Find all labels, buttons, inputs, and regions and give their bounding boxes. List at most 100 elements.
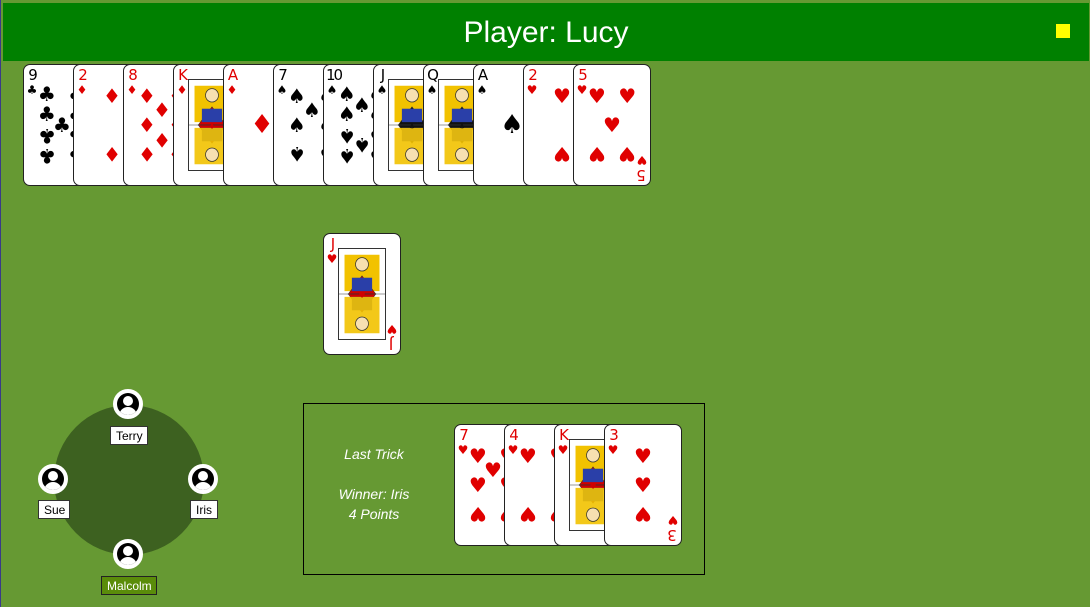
card-rank: 10 [326, 66, 343, 84]
card-index: J ♥ [386, 322, 398, 353]
card-index: 3 ♥ [667, 513, 679, 544]
hearts-suit-icon: ♥ [507, 443, 519, 457]
card-rank: 4 [509, 426, 519, 444]
card-index: 4♥ [507, 426, 519, 457]
seat-right-name: Iris [190, 500, 218, 519]
hearts-suit-icon: ♥ [667, 513, 679, 527]
seat-bottom-name: Malcolm [101, 576, 157, 595]
last-trick-winner: Winner: Iris [338, 486, 410, 502]
hearts-pip-icon: ♥ [587, 142, 606, 167]
spades-suit-icon: ♠ [326, 83, 338, 97]
card-rank: Q [427, 66, 439, 84]
diamonds-suit-icon: ♦ [76, 83, 88, 97]
card-rank: K [178, 66, 188, 84]
hearts-suit-icon: ♥ [326, 252, 338, 266]
clubs-pip-icon: ♣ [37, 81, 56, 106]
avatar-icon [188, 464, 218, 494]
game-table: Player: Lucy Last Trick Winner: Iris 4 P… [0, 0, 1090, 607]
card-index: 7♥ [457, 426, 469, 457]
spades-pip-icon: ♠ [287, 113, 306, 137]
card-index: A♦ [226, 68, 239, 97]
spades-suit-icon: ♠ [276, 83, 288, 97]
card-index: 2♦ [76, 68, 88, 97]
hearts-pip-icon: ♥ [587, 83, 606, 108]
card-index: 9♣ [26, 66, 38, 97]
hearts-pip-icon: ♥ [553, 83, 571, 108]
spades-suit-icon: ♠ [426, 83, 438, 97]
hearts-suit-icon: ♥ [557, 443, 569, 457]
card-index: 2♥ [526, 66, 538, 97]
hearts-suit-icon: ♥ [636, 153, 648, 167]
card-rank: 3 [609, 426, 619, 444]
hearts-suit-icon: ♥ [576, 83, 588, 97]
card-rank: K [559, 426, 569, 444]
diamonds-pip-icon: ♦ [137, 142, 156, 167]
card-rank: A [477, 66, 488, 84]
hearts-pip-icon: ♥ [468, 502, 487, 527]
clubs-suit-icon: ♣ [26, 83, 38, 97]
player-title: Player: Lucy [463, 16, 629, 49]
spades-suit-icon: ♠ [376, 83, 388, 97]
svg-text:♠: ♠ [409, 122, 416, 131]
diamonds-pip-icon: ♦ [250, 110, 274, 140]
clubs-pip-icon: ♣ [37, 144, 56, 168]
header-bar: Player: Lucy [3, 3, 1089, 61]
hearts-suit-icon: ♥ [607, 443, 619, 457]
card-index: 8♦ [126, 66, 138, 97]
card-index: 10♠ [326, 66, 343, 97]
avatar-icon [38, 464, 68, 494]
hearts-pip-icon: ♥ [518, 443, 537, 468]
last-trick-panel: Last Trick Winner: Iris 4 Points 7♥7♥♥♥♥… [303, 403, 705, 575]
spades-pip-icon: ♠ [337, 144, 356, 168]
card-rank: 3 [669, 526, 677, 544]
avatar-icon [113, 389, 143, 419]
card-index: J♠ [376, 66, 388, 97]
avatar-icon [113, 539, 143, 569]
hearts-pip-icon: ♥ [618, 83, 637, 108]
diamonds-pip-icon: ♦ [103, 83, 121, 108]
card-index: 5 ♥ [576, 66, 588, 97]
spades-suit-icon: ♠ [476, 83, 488, 97]
svg-text:♠: ♠ [459, 122, 466, 131]
seat-top-name: Terry [110, 426, 148, 445]
card-index: A♠ [476, 66, 489, 97]
hearts-suit-icon: ♥ [526, 83, 538, 97]
card-rank: 7 [278, 66, 288, 84]
card-rank: 7 [459, 426, 469, 444]
card-index: 7♠ [276, 66, 288, 97]
hearts-pip-icon: ♥ [468, 473, 487, 497]
spades-pip-icon: ♠ [287, 142, 306, 167]
playing-card[interactable]: 3 ♥ 3 ♥ ♥ ♥ ♥ [604, 424, 682, 546]
card-rank: 5 [638, 166, 646, 184]
last-trick-title: Last Trick [344, 446, 404, 462]
spades-pip-icon: ♠ [337, 102, 356, 127]
hearts-pip-icon: ♥ [553, 142, 571, 167]
card-rank: J [390, 335, 394, 353]
hearts-suit-icon: ♥ [457, 443, 469, 457]
playing-card[interactable]: J ♥ J ♥ ♥ [323, 233, 401, 355]
card-rank: 8 [128, 66, 138, 84]
card-index: J ♥ [326, 237, 338, 266]
hearts-pip-icon: ♥ [634, 443, 652, 468]
hearts-pip-icon: ♥ [618, 142, 637, 167]
hearts-pip-icon: ♥ [518, 502, 537, 527]
diamonds-suit-icon: ♦ [126, 83, 138, 97]
seat-left-name: Sue [38, 500, 70, 519]
spades-pip-icon: ♠ [500, 110, 524, 140]
card-rank: J [380, 66, 385, 84]
card-index: 5 ♥ [636, 153, 648, 184]
hearts-pip-icon: ♥ [634, 502, 652, 527]
hearts-suit-icon: ♥ [386, 322, 398, 336]
svg-text:♥: ♥ [590, 482, 597, 491]
court-figure-icon: ♥ [338, 248, 386, 340]
card-rank: 9 [28, 66, 38, 84]
diamonds-suit-icon: ♦ [226, 83, 238, 97]
hearts-pip-icon: ♥ [634, 473, 652, 497]
card-index: 3 ♥ [607, 426, 619, 457]
card-index: K♥ [557, 426, 569, 457]
diamonds-pip-icon: ♦ [103, 142, 121, 167]
playing-card[interactable]: 5 ♥ 5 ♥ ♥ ♥ ♥ ♥ ♥ [573, 64, 651, 186]
card-rank: 5 [578, 66, 588, 84]
card-rank: 2 [528, 66, 538, 84]
menu-icon[interactable] [1056, 24, 1070, 38]
